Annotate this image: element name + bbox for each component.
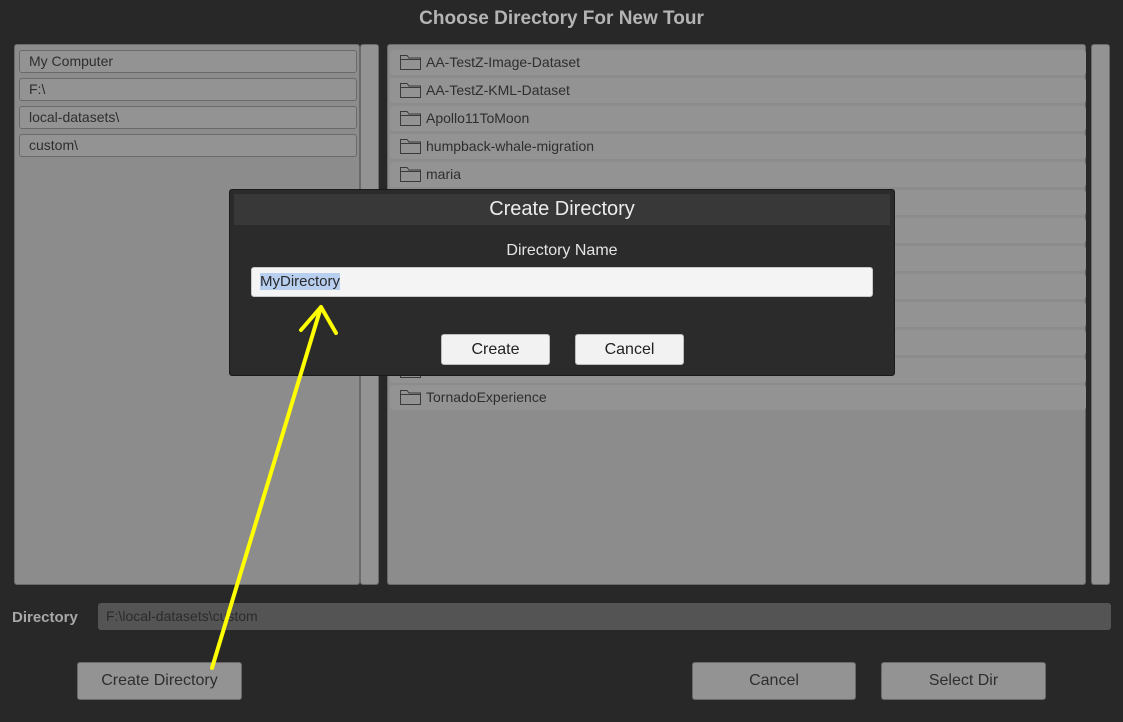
folder-name: Apollo11ToMoon xyxy=(426,110,530,126)
folder-list-item[interactable]: Apollo11ToMoon xyxy=(390,106,1086,131)
cancel-button[interactable]: Cancel xyxy=(692,662,856,700)
folder-list-item[interactable]: AA-TestZ-Image-Dataset xyxy=(390,50,1086,75)
folder-list-item[interactable]: TornadoExperience xyxy=(390,385,1086,410)
directory-path-field[interactable]: F:\local-datasets\custom xyxy=(98,603,1111,630)
folder-name: humpback-whale-migration xyxy=(426,138,595,154)
folder-list-item[interactable]: AA-TestZ-KML-Dataset xyxy=(390,78,1086,103)
directory-label: Directory xyxy=(12,609,78,626)
create-directory-dialog: Create Directory Directory Name MyDirect… xyxy=(229,189,895,376)
folder-list-item[interactable]: humpback-whale-migration xyxy=(390,134,1086,159)
folder-name: TornadoExperience xyxy=(426,389,547,405)
folder-icon xyxy=(400,55,421,70)
folder-icon xyxy=(400,139,421,154)
folder-list-scrollbar[interactable] xyxy=(1091,44,1110,585)
select-dir-button[interactable]: Select Dir xyxy=(881,662,1046,700)
folder-list-item[interactable]: maria xyxy=(390,162,1086,187)
breadcrumb-my-computer[interactable]: My Computer xyxy=(19,50,357,73)
dialog-create-button[interactable]: Create xyxy=(441,334,550,365)
folder-icon xyxy=(400,111,421,126)
breadcrumb-custom[interactable]: custom\ xyxy=(19,134,357,157)
directory-name-label: Directory Name xyxy=(506,242,618,259)
window-title: Choose Directory For New Tour xyxy=(419,8,704,29)
folder-icon xyxy=(400,390,421,405)
create-directory-button[interactable]: Create Directory xyxy=(77,662,242,700)
breadcrumb-local-datasets[interactable]: local-datasets\ xyxy=(19,106,357,129)
folder-icon xyxy=(400,167,421,182)
directory-name-selected-text: MyDirectory xyxy=(260,273,341,290)
directory-name-input[interactable]: MyDirectory xyxy=(251,267,873,297)
dialog-title: Create Directory xyxy=(234,194,890,225)
breadcrumb-drive[interactable]: F:\ xyxy=(19,78,357,101)
dialog-cancel-button[interactable]: Cancel xyxy=(575,334,684,365)
folder-name: AA-TestZ-Image-Dataset xyxy=(426,54,581,70)
folder-icon xyxy=(400,83,421,98)
folder-name: AA-TestZ-KML-Dataset xyxy=(426,82,570,98)
folder-name: maria xyxy=(426,166,462,182)
